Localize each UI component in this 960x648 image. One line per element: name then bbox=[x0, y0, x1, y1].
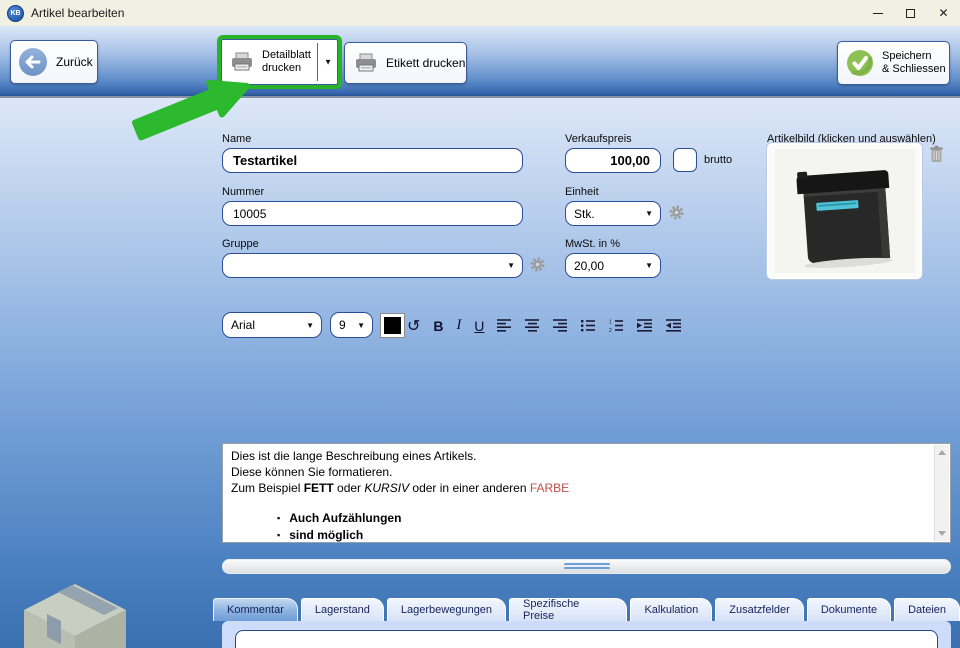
indent-increase-icon[interactable] bbox=[637, 319, 653, 332]
app-window: KB Artikel bearbeiten ✕ Zurück bbox=[0, 0, 960, 648]
close-button[interactable]: ✕ bbox=[927, 0, 960, 26]
font-size-select[interactable]: 9 ▼ bbox=[330, 312, 373, 338]
number-label: Nummer bbox=[222, 186, 264, 198]
vat-label: MwSt. in % bbox=[565, 238, 620, 250]
chevron-down-icon[interactable]: ▼ bbox=[324, 58, 332, 67]
printer-product-photo bbox=[775, 149, 915, 273]
comment-textarea[interactable] bbox=[235, 630, 938, 648]
font-color-button[interactable] bbox=[380, 313, 405, 338]
package-watermark-icon bbox=[16, 574, 134, 648]
comment-tab-panel bbox=[222, 621, 951, 648]
window-title: Artikel bearbeiten bbox=[31, 6, 124, 20]
chevron-down-icon: ▼ bbox=[507, 261, 515, 270]
vat-select-value: 20,00 bbox=[574, 259, 604, 273]
svg-text:2: 2 bbox=[609, 328, 612, 332]
italic-icon[interactable]: I bbox=[456, 317, 461, 334]
check-icon bbox=[846, 49, 874, 77]
unit-select[interactable]: Stk. ▼ bbox=[565, 201, 661, 226]
bold-icon[interactable]: B bbox=[433, 318, 443, 334]
save-close-button[interactable]: Speichern & Schliessen bbox=[837, 41, 950, 85]
name-input[interactable]: Testartikel bbox=[222, 148, 523, 173]
description-line: Diese können Sie formatieren. bbox=[231, 464, 928, 480]
price-input[interactable]: 100,00 bbox=[565, 148, 661, 173]
name-label: Name bbox=[222, 133, 251, 145]
align-right-icon[interactable] bbox=[553, 319, 568, 332]
description-line: Zum Beispiel FETT oder KURSIV oder in ei… bbox=[231, 480, 928, 496]
description-editor[interactable]: Dies ist die lange Beschreibung eines Ar… bbox=[222, 443, 951, 543]
color-swatch bbox=[384, 317, 401, 334]
print-detail-label-line1: Detailblatt bbox=[262, 49, 311, 61]
tab-lagerstand[interactable]: Lagerstand bbox=[301, 598, 384, 621]
chevron-down-icon: ▼ bbox=[306, 321, 314, 330]
unit-select-value: Stk. bbox=[574, 207, 595, 221]
tab-dokumente[interactable]: Dokumente bbox=[807, 598, 891, 621]
tab-kalkulation[interactable]: Kalkulation bbox=[630, 598, 712, 621]
print-label-button[interactable]: Etikett drucken bbox=[344, 42, 467, 84]
group-label: Gruppe bbox=[222, 238, 259, 250]
article-image[interactable] bbox=[767, 143, 922, 279]
brutto-checkbox[interactable] bbox=[673, 148, 697, 172]
unit-label: Einheit bbox=[565, 186, 599, 198]
delete-image-trash-icon[interactable] bbox=[929, 145, 944, 163]
chevron-down-icon: ▼ bbox=[357, 321, 365, 330]
save-label-line2: & Schliessen bbox=[882, 63, 946, 75]
save-label-line1: Speichern bbox=[882, 50, 932, 62]
align-left-icon[interactable] bbox=[497, 319, 512, 332]
printer-icon bbox=[230, 52, 254, 72]
minimize-button[interactable] bbox=[861, 0, 894, 26]
title-bar: KB Artikel bearbeiten ✕ bbox=[0, 0, 960, 26]
close-icon: ✕ bbox=[938, 6, 948, 20]
app-logo-icon: KB bbox=[7, 5, 24, 22]
scroll-up-icon[interactable] bbox=[938, 450, 946, 455]
group-gear-icon[interactable] bbox=[529, 256, 546, 273]
price-label: Verkaufspreis bbox=[565, 133, 632, 145]
tab-kommentar[interactable]: Kommentar bbox=[213, 598, 298, 621]
tab-dateien[interactable]: Dateien bbox=[894, 598, 960, 621]
bullet-list-icon[interactable] bbox=[581, 319, 596, 332]
brutto-label: brutto bbox=[704, 154, 732, 166]
description-line: Dies ist die lange Beschreibung eines Ar… bbox=[231, 448, 928, 464]
button-divider bbox=[317, 43, 318, 81]
tab-lagerbewegungen[interactable]: Lagerbewegungen bbox=[387, 598, 506, 621]
content-area: Name Testartikel Nummer 10005 Gruppe ▼ V… bbox=[0, 96, 960, 648]
description-text: Dies ist die lange Beschreibung eines Ar… bbox=[231, 448, 928, 496]
print-detail-label-line2: drucken bbox=[262, 62, 301, 74]
description-bullet-item: sind möglich bbox=[277, 527, 928, 544]
number-input[interactable]: 10005 bbox=[222, 201, 523, 226]
toolbar: Zurück Detailblatt drucken ▼ bbox=[0, 26, 960, 96]
splitter-grip-icon bbox=[564, 563, 610, 571]
font-size-value: 9 bbox=[339, 318, 346, 332]
font-family-value: Arial bbox=[231, 318, 255, 332]
back-button-label: Zurück bbox=[56, 55, 93, 69]
underline-icon[interactable]: U bbox=[474, 318, 484, 334]
arrow-left-icon bbox=[19, 48, 47, 76]
description-bullet-list: Auch Aufzählungensind möglich bbox=[277, 510, 928, 544]
horizontal-splitter[interactable] bbox=[222, 559, 951, 574]
minimize-icon bbox=[873, 13, 883, 14]
scroll-down-icon[interactable] bbox=[938, 531, 946, 536]
maximize-icon bbox=[906, 9, 915, 18]
back-button[interactable]: Zurück bbox=[10, 40, 98, 84]
indent-decrease-icon[interactable] bbox=[666, 319, 682, 332]
print-label-label: Etikett drucken bbox=[386, 56, 465, 70]
numbered-list-icon[interactable]: 12 bbox=[609, 319, 624, 332]
chevron-down-icon: ▼ bbox=[645, 261, 653, 270]
description-bullet-item: Auch Aufzählungen bbox=[277, 510, 928, 527]
printer-icon bbox=[354, 53, 378, 73]
tab-zusatzfelder[interactable]: Zusatzfelder bbox=[715, 598, 804, 621]
font-family-select[interactable]: Arial ▼ bbox=[222, 312, 322, 338]
unit-gear-icon[interactable] bbox=[668, 204, 685, 221]
tutorial-highlight-ring: Detailblatt drucken ▼ bbox=[217, 35, 342, 89]
tab-spezifische-preise[interactable]: Spezifische Preise bbox=[509, 598, 627, 621]
tabs: KommentarLagerstandLagerbewegungenSpezif… bbox=[213, 598, 960, 621]
vat-select[interactable]: 20,00 ▼ bbox=[565, 253, 661, 278]
group-select[interactable]: ▼ bbox=[222, 253, 523, 278]
align-center-icon[interactable] bbox=[525, 319, 540, 332]
chevron-down-icon: ▼ bbox=[645, 209, 653, 218]
print-detail-button[interactable]: Detailblatt drucken ▼ bbox=[221, 39, 338, 85]
description-scrollbar[interactable] bbox=[934, 445, 949, 541]
rotate-reset-icon[interactable]: ↺ bbox=[407, 316, 420, 336]
svg-text:1: 1 bbox=[609, 320, 612, 326]
maximize-button[interactable] bbox=[894, 0, 927, 26]
